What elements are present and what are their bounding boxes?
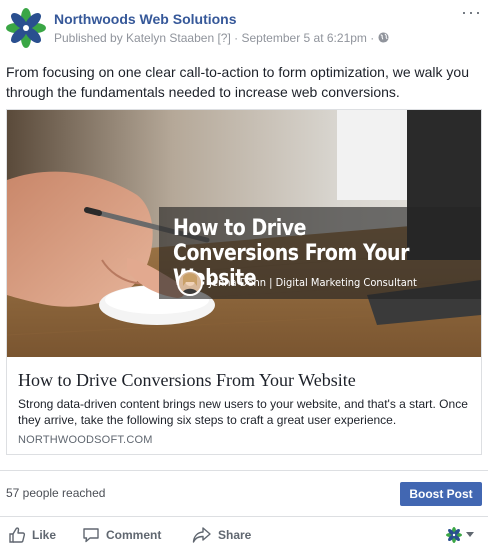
image-author-text: Jenna Dehn | Digital Marketing Consultan…	[209, 276, 417, 289]
reach-count[interactable]: 57 people reached	[6, 486, 105, 500]
comment-button[interactable]: Comment	[82, 526, 161, 544]
page-logo-icon	[446, 527, 462, 543]
comment-label: Comment	[106, 528, 162, 542]
link-domain: NORTHWOODSOFT.COM	[18, 434, 153, 446]
like-label: Like	[32, 528, 57, 542]
post-stats-bar: 57 people reached Boost Post	[0, 470, 488, 514]
northwoods-logo-icon	[6, 8, 46, 48]
like-button[interactable]: Like	[8, 526, 56, 544]
help-marker[interactable]: [?]	[217, 31, 230, 45]
meta-separator-2: ·	[370, 31, 375, 45]
post-header: Northwoods Web Solutions Published by Ka…	[0, 0, 488, 60]
globe-icon[interactable]	[378, 32, 389, 46]
page-name-link[interactable]: Northwoods Web Solutions	[54, 11, 237, 27]
link-preview-body[interactable]: How to Drive Conversions From Your Websi…	[7, 357, 481, 454]
share-label: Share	[218, 528, 252, 542]
post-as-selector[interactable]	[446, 527, 474, 543]
boost-post-button[interactable]: Boost Post	[400, 482, 482, 506]
share-arrow-icon	[192, 527, 211, 543]
caret-down-icon	[466, 532, 474, 537]
more-options-icon[interactable]: ···	[461, 3, 482, 21]
post-meta: Published by Katelyn Staaben [?] · Septe…	[54, 31, 389, 46]
post-text: From focusing on one clear call-to-actio…	[6, 64, 469, 100]
link-title[interactable]: How to Drive Conversions From Your Websi…	[18, 370, 356, 391]
page-avatar[interactable]	[6, 8, 46, 48]
post-actions-bar: Like Comment Share	[0, 516, 488, 552]
meta-separator: ·	[234, 31, 239, 45]
link-description: Strong data-driven content brings new us…	[18, 397, 468, 427]
comment-bubble-icon	[83, 528, 99, 543]
post-timestamp[interactable]: September 5 at 6:21pm	[242, 31, 367, 45]
share-button[interactable]: Share	[192, 526, 251, 544]
link-preview-card[interactable]: How to Drive Conversions From Your Websi…	[6, 109, 482, 455]
author-avatar	[177, 270, 203, 296]
thumbs-up-icon	[9, 527, 26, 543]
link-preview-image[interactable]: How to Drive Conversions From Your Websi…	[7, 110, 481, 357]
published-by[interactable]: Published by Katelyn Staaben	[54, 31, 214, 45]
